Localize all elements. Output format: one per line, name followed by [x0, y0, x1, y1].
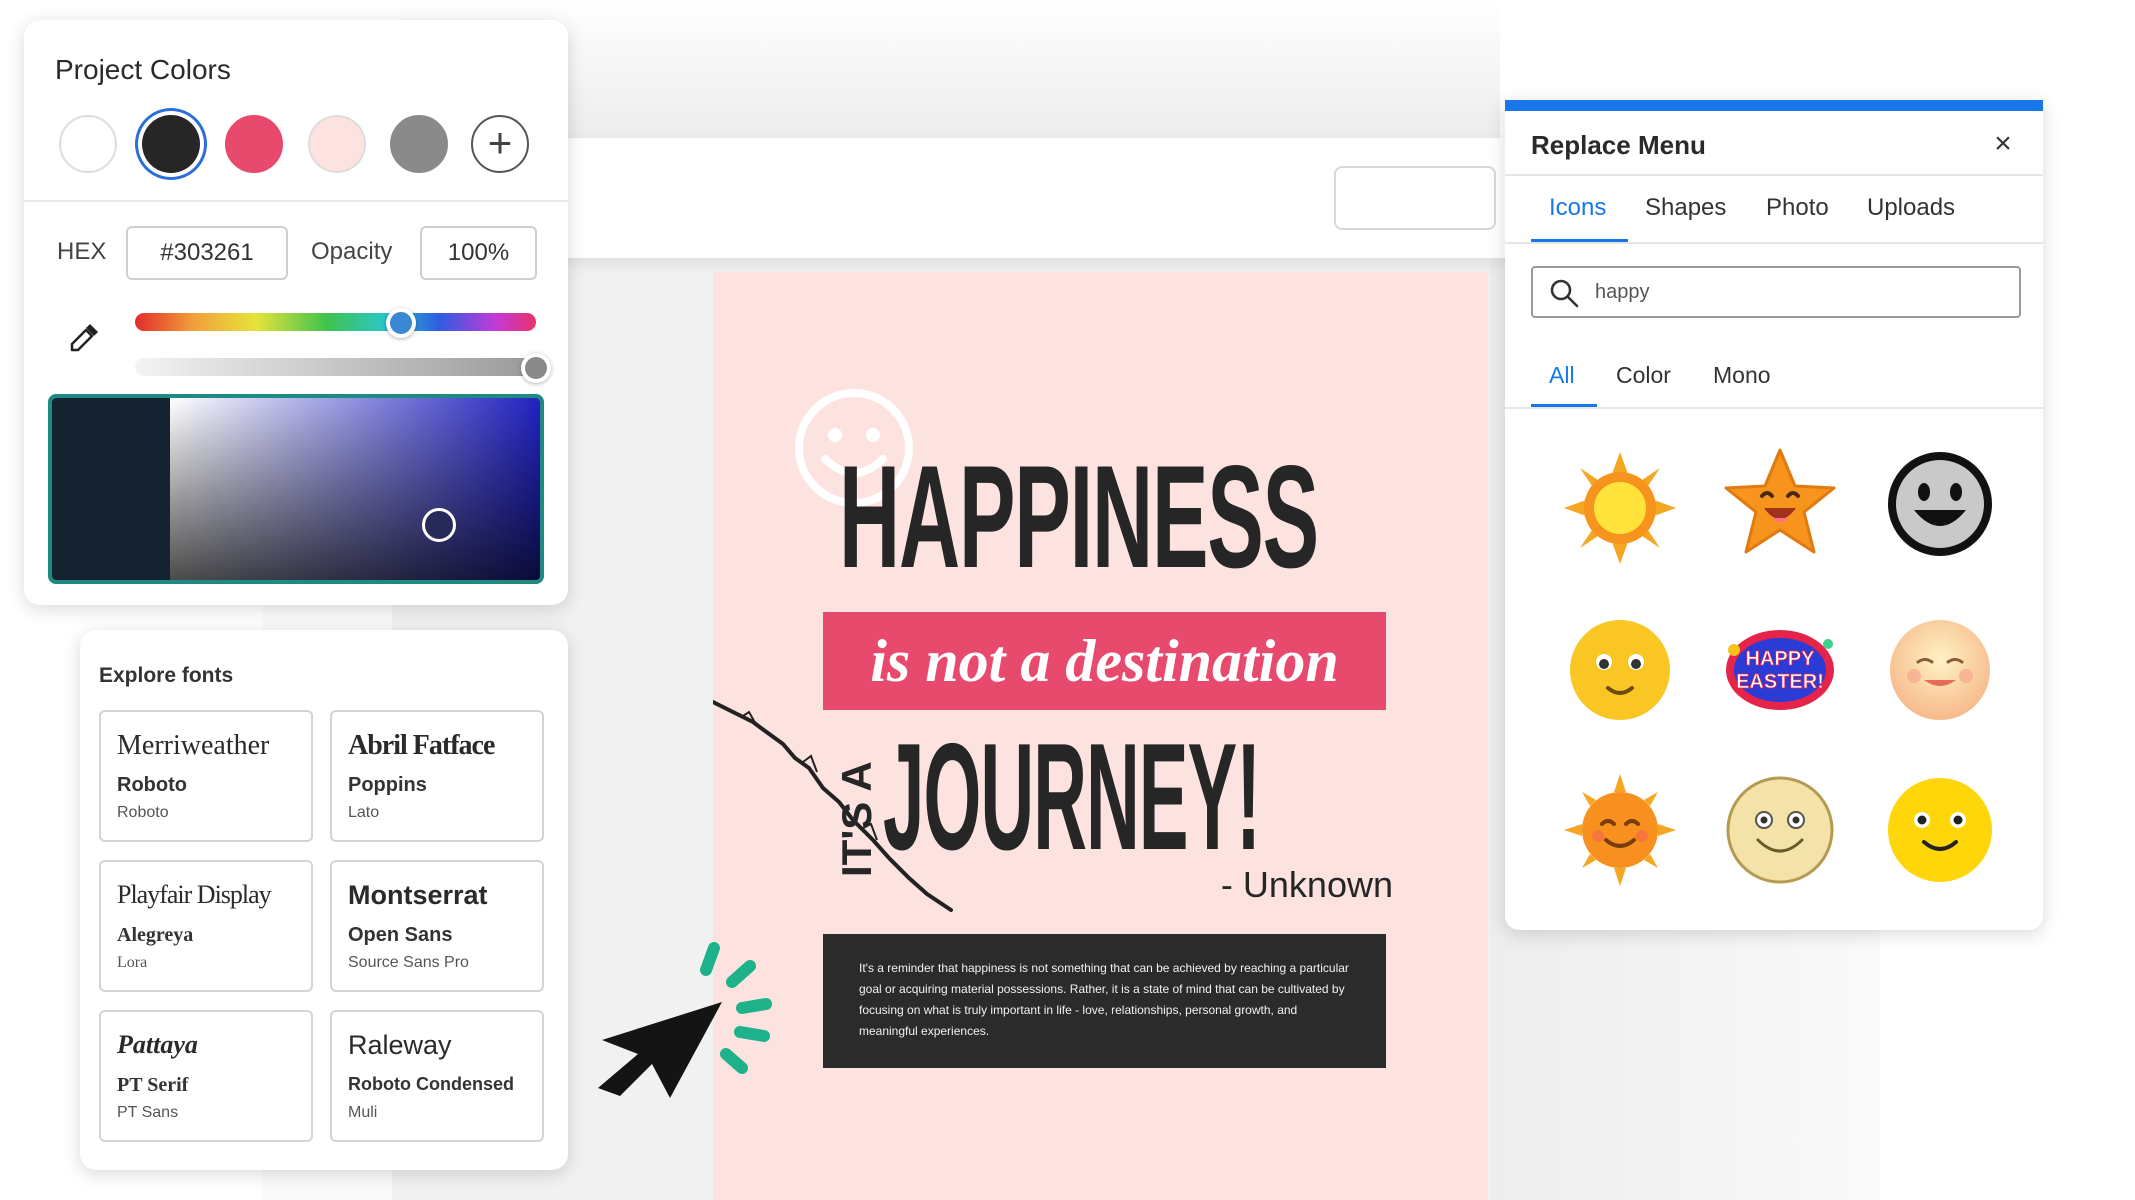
font-card-subheading: PT Serif — [117, 1074, 189, 1096]
subtab-mono[interactable]: Mono — [1713, 362, 1771, 389]
smiling-sun-icon[interactable] — [1560, 770, 1680, 890]
replace-menu-title: Replace Menu — [1531, 130, 1706, 160]
its-a-text: IT'S A — [835, 761, 877, 877]
sticker-line-2: EASTER! — [1736, 671, 1824, 693]
opacity-input[interactable]: 100% — [420, 226, 537, 280]
replace-menu-accent-bar — [1505, 100, 2043, 111]
font-pair-card[interactable]: Raleway Roboto Condensed Muli — [330, 1010, 544, 1142]
color-swatch-white[interactable] — [59, 115, 117, 173]
hex-label: HEX — [57, 238, 107, 265]
project-colors-title: Project Colors — [55, 54, 231, 85]
font-pair-card[interactable]: Abril Fatface Poppins Lato — [330, 710, 544, 842]
search-input-value: happy — [1595, 281, 1650, 303]
color-swatch-gray[interactable] — [390, 115, 448, 173]
font-card-subheading: Roboto Condensed — [348, 1074, 514, 1094]
font-card-heading: Raleway — [348, 1030, 452, 1060]
poster-headline[interactable]: HAPPINESS — [839, 444, 1319, 590]
font-card-heading: Merriweather — [117, 730, 270, 761]
opacity-slider-handle[interactable] — [521, 353, 551, 383]
hex-input[interactable]: #303261 — [126, 226, 288, 280]
tab-uploads[interactable]: Uploads — [1867, 194, 1955, 222]
smiling-star-icon[interactable] — [1720, 444, 1840, 564]
sun-icon[interactable] — [1560, 448, 1680, 568]
tab-photo[interactable]: Photo — [1766, 194, 1829, 222]
pale-smiley-icon[interactable] — [1720, 770, 1840, 890]
colors-divider — [24, 200, 568, 202]
close-icon[interactable]: × — [1987, 128, 2019, 160]
poster-journey[interactable]: JOURNEY! — [883, 721, 1261, 873]
sticker-line-1: HAPPY — [1746, 648, 1816, 670]
opacity-slider[interactable] — [135, 358, 536, 376]
font-card-body: Lora — [117, 954, 148, 971]
hue-slider-handle[interactable] — [386, 308, 416, 338]
click-cursor-icon — [598, 942, 772, 1098]
font-pair-card[interactable]: Montserrat Open Sans Source Sans Pro — [330, 860, 544, 992]
font-card-heading: Pattaya — [117, 1030, 198, 1059]
poster-canvas[interactable]: HAPPINESS is not a destination IT'S A JO… — [713, 272, 1488, 1200]
font-card-subheading: Open Sans — [348, 924, 453, 946]
happy-easter-sticker-icon[interactable]: HAPPY EASTER! — [1720, 610, 1840, 730]
color-picker-area[interactable] — [48, 394, 544, 584]
yellow-smiley-icon[interactable] — [1560, 610, 1680, 730]
font-card-body: Source Sans Pro — [348, 954, 469, 971]
replace-menu-divider — [1505, 407, 2043, 409]
peach-smiley-icon[interactable] — [1880, 610, 2000, 730]
font-card-body: Roboto — [117, 804, 169, 821]
replace-menu-divider — [1505, 242, 2043, 244]
yellow-smiley-face-icon[interactable] — [1880, 770, 2000, 890]
subtab-color[interactable]: Color — [1616, 362, 1671, 389]
font-card-body: Lato — [348, 804, 380, 821]
black-smiley-icon[interactable] — [1880, 444, 2000, 564]
poster-quote-box[interactable]: It's a reminder that happiness is not so… — [823, 934, 1386, 1068]
saturation-gradient[interactable] — [170, 398, 540, 580]
explore-fonts-panel: Explore fonts Merriweather Roboto Roboto… — [80, 630, 568, 1170]
poster-its-a[interactable]: IT'S A — [835, 727, 877, 877]
plus-icon[interactable]: + — [471, 115, 529, 173]
project-colors-panel: Project Colors + HEX #303261 Opacity 100… — [24, 20, 568, 605]
replace-menu-panel: Replace Menu × Icons Shapes Photo Upload… — [1505, 100, 2043, 930]
font-pair-card[interactable]: Merriweather Roboto Roboto — [99, 710, 313, 842]
font-card-heading: Montserrat — [348, 880, 488, 910]
tab-shapes[interactable]: Shapes — [1645, 194, 1726, 222]
font-card-subheading: Poppins — [348, 774, 427, 796]
color-picker-handle[interactable] — [422, 508, 456, 542]
toolbar-button[interactable] — [1334, 166, 1496, 230]
search-input[interactable]: happy — [1531, 266, 2021, 318]
opacity-label: Opacity — [311, 238, 393, 265]
hue-slider[interactable] — [135, 313, 536, 331]
font-card-body: PT Sans — [117, 1104, 179, 1121]
font-card-heading: Playfair Display — [117, 880, 272, 909]
explore-fonts-title: Explore fonts — [99, 664, 234, 687]
subtab-all[interactable]: All — [1549, 362, 1575, 389]
font-pair-card[interactable]: Playfair Display Alegreya Lora — [99, 860, 313, 992]
font-card-heading: Abril Fatface — [348, 730, 495, 761]
search-icon — [1550, 279, 1579, 308]
tab-icons[interactable]: Icons — [1549, 194, 1606, 222]
color-swatch-blush[interactable] — [308, 115, 366, 173]
color-swatch-dark[interactable] — [142, 115, 200, 173]
font-card-subheading: Roboto — [117, 774, 187, 796]
replace-menu-divider — [1505, 174, 2043, 176]
poster-attribution[interactable]: - Unknown — [1113, 860, 1393, 910]
font-pair-card[interactable]: Pattaya PT Serif PT Sans — [99, 1010, 313, 1142]
font-card-subheading: Alegreya — [117, 924, 194, 946]
eyedropper-icon[interactable] — [68, 320, 102, 354]
font-card-body: Muli — [348, 1104, 378, 1121]
color-preview — [52, 398, 170, 580]
poster-quote-text: It's a reminder that happiness is not so… — [859, 961, 1349, 1038]
design-editor-stage: HAPPINESS is not a destination IT'S A JO… — [0, 0, 2135, 1200]
color-swatch-pink[interactable] — [225, 115, 283, 173]
